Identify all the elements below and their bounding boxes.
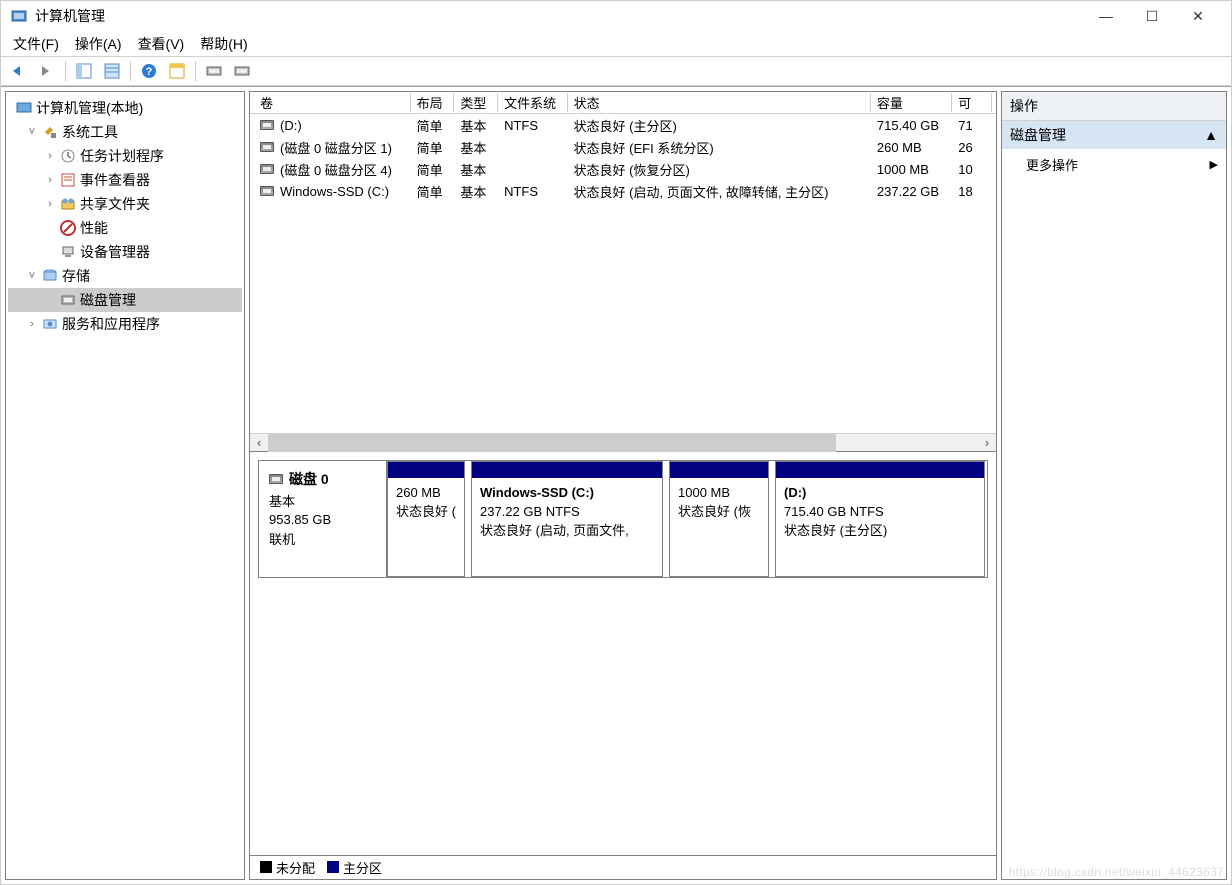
h-scrollbar[interactable]: ‹ ›: [250, 433, 996, 451]
volume-icon: [260, 142, 274, 152]
toolbar-list-icon[interactable]: [100, 59, 124, 83]
minimize-button[interactable]: —: [1083, 1, 1129, 31]
volume-icon: [260, 120, 274, 130]
col-capacity[interactable]: 容量: [871, 93, 952, 112]
clock-icon: [60, 148, 76, 164]
menu-help[interactable]: 帮助(H): [200, 34, 247, 54]
tree-shared-folders[interactable]: › 共享文件夹: [8, 192, 242, 216]
disk-info: 磁盘 0 基本 953.85 GB 联机: [259, 461, 387, 577]
toolbar-disk2-icon[interactable]: [230, 59, 254, 83]
toolbar-disk-icon[interactable]: [202, 59, 226, 83]
close-button[interactable]: ✕: [1175, 1, 1221, 31]
table-row[interactable]: (D:) 简单 基本 NTFS 状态良好 (主分区) 715.40 GB 71: [250, 114, 996, 136]
tree-device-manager[interactable]: 设备管理器: [8, 240, 242, 264]
col-volume[interactable]: 卷: [254, 93, 411, 112]
menu-file[interactable]: 文件(F): [13, 34, 59, 54]
tree-disk-management[interactable]: 磁盘管理: [8, 288, 242, 312]
partition[interactable]: 260 MB状态良好 (: [387, 461, 465, 577]
partition[interactable]: Windows-SSD (C:)237.22 GB NTFS状态良好 (启动, …: [471, 461, 663, 577]
tree-storage[interactable]: ˅ 存储: [8, 264, 242, 288]
tree-system-tools[interactable]: ˅ 系统工具: [8, 120, 242, 144]
legend-unalloc-icon: [260, 861, 272, 873]
submenu-arrow-icon: ▶: [1210, 158, 1218, 171]
volume-icon: [260, 164, 274, 174]
legend: 未分配 主分区: [250, 855, 996, 879]
scroll-right-icon[interactable]: ›: [978, 434, 996, 452]
performance-icon: [60, 220, 76, 236]
volume-list: 卷 布局 类型 文件系统 状态 容量 可 (D:) 简单 基本 NTFS 状态良…: [250, 92, 996, 452]
col-type[interactable]: 类型: [454, 93, 498, 112]
legend-primary-icon: [327, 861, 339, 873]
menu-action[interactable]: 操作(A): [75, 34, 122, 54]
event-icon: [60, 172, 76, 188]
actions-more[interactable]: 更多操作 ▶: [1002, 149, 1226, 180]
col-layout[interactable]: 布局: [411, 93, 455, 112]
nav-tree-pane: 计算机管理(本地) ˅ 系统工具 › 任务计划程序 › 事件查看器: [5, 91, 245, 880]
disk-icon: [269, 474, 283, 484]
storage-icon: [42, 268, 58, 284]
watermark: https://blog.csdn.net/weixin_44623637: [1009, 865, 1224, 879]
tree-root[interactable]: 计算机管理(本地): [8, 96, 242, 120]
col-status[interactable]: 状态: [568, 93, 871, 112]
svg-text:?: ?: [146, 66, 153, 78]
col-free[interactable]: 可: [952, 93, 992, 112]
toolbar-detail-icon[interactable]: [165, 59, 189, 83]
scroll-left-icon[interactable]: ‹: [250, 434, 268, 452]
col-fs[interactable]: 文件系统: [498, 93, 567, 112]
tools-icon: [42, 124, 58, 140]
toolbar-help-icon[interactable]: ?: [137, 59, 161, 83]
app-window: 计算机管理 — ☐ ✕ 文件(F) 操作(A) 查看(V) 帮助(H) ?: [0, 0, 1232, 885]
maximize-button[interactable]: ☐: [1129, 1, 1175, 31]
menu-view[interactable]: 查看(V): [138, 34, 185, 54]
disk-mgmt-icon: [60, 292, 76, 308]
table-row[interactable]: (磁盘 0 磁盘分区 4) 简单 基本 状态良好 (恢复分区) 1000 MB …: [250, 158, 996, 180]
window-title: 计算机管理: [35, 6, 1083, 26]
forward-button[interactable]: [35, 59, 59, 83]
disk-map: 磁盘 0 基本 953.85 GB 联机 260 MB状态良好 (Windows…: [250, 452, 996, 879]
actions-header: 操作: [1002, 92, 1226, 121]
shared-icon: [60, 196, 76, 212]
scroll-thumb[interactable]: [268, 434, 836, 452]
computer-icon: [16, 100, 32, 116]
partition[interactable]: (D:)715.40 GB NTFS状态良好 (主分区): [775, 461, 985, 577]
tree-task-scheduler[interactable]: › 任务计划程序: [8, 144, 242, 168]
app-icon: [11, 8, 27, 24]
tree-services-apps[interactable]: › 服务和应用程序: [8, 312, 242, 336]
collapse-icon: ▲: [1204, 127, 1218, 143]
device-icon: [60, 244, 76, 260]
table-header: 卷 布局 类型 文件系统 状态 容量 可: [250, 92, 996, 114]
back-button[interactable]: [7, 59, 31, 83]
actions-pane: 操作 磁盘管理 ▲ 更多操作 ▶: [1001, 91, 1227, 880]
table-row[interactable]: (磁盘 0 磁盘分区 1) 简单 基本 状态良好 (EFI 系统分区) 260 …: [250, 136, 996, 158]
partition[interactable]: 1000 MB状态良好 (恢: [669, 461, 769, 577]
toolbar: ?: [1, 56, 1231, 86]
actions-section[interactable]: 磁盘管理 ▲: [1002, 121, 1226, 149]
tree-performance[interactable]: 性能: [8, 216, 242, 240]
disk-row[interactable]: 磁盘 0 基本 953.85 GB 联机 260 MB状态良好 (Windows…: [258, 460, 988, 578]
services-icon: [42, 316, 58, 332]
table-row[interactable]: Windows-SSD (C:) 简单 基本 NTFS 状态良好 (启动, 页面…: [250, 180, 996, 202]
titlebar: 计算机管理 — ☐ ✕: [1, 1, 1231, 31]
menubar: 文件(F) 操作(A) 查看(V) 帮助(H): [1, 31, 1231, 56]
disk-map-empty: [250, 586, 996, 855]
volume-icon: [260, 186, 274, 196]
tree-event-viewer[interactable]: › 事件查看器: [8, 168, 242, 192]
main-pane: 卷 布局 类型 文件系统 状态 容量 可 (D:) 简单 基本 NTFS 状态良…: [249, 91, 997, 880]
toolbar-pane-icon[interactable]: [72, 59, 96, 83]
